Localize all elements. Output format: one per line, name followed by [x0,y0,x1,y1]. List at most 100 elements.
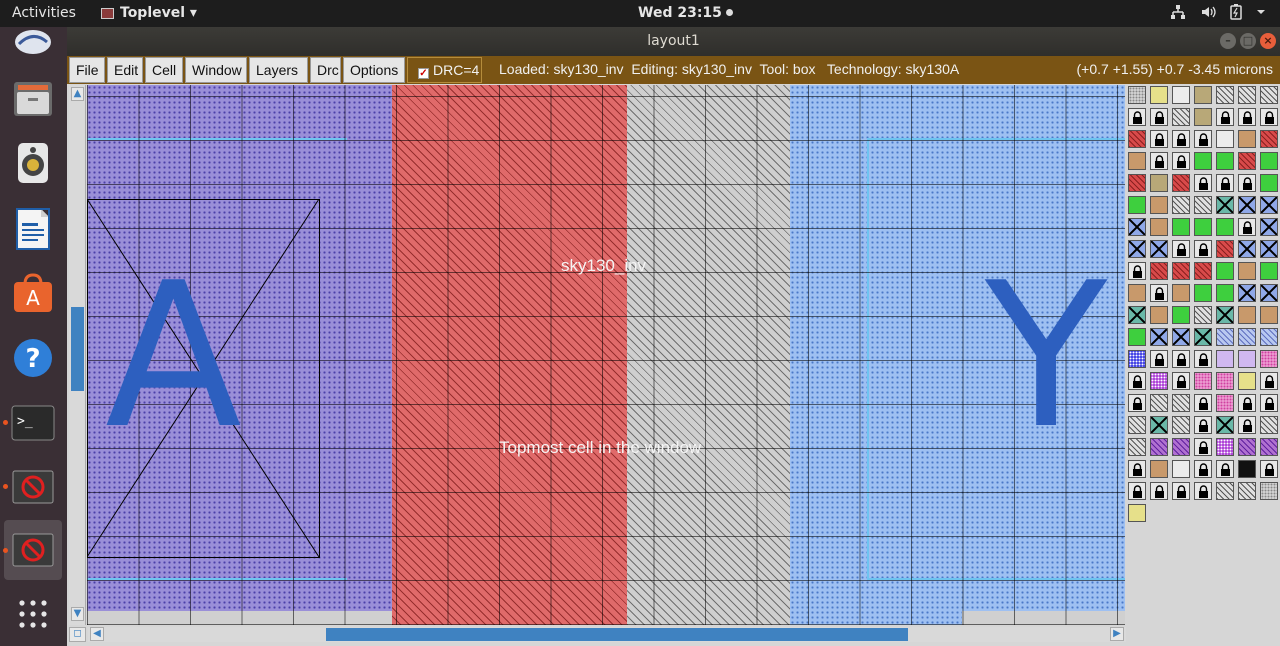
scroll-right-arrow[interactable]: ▶ [1110,627,1124,641]
chevron-down-icon[interactable] [1256,4,1266,20]
network-icon[interactable] [1170,4,1186,20]
activities-button[interactable]: Activities [12,5,76,21]
layer-swatch[interactable] [1128,262,1146,280]
magic-icon[interactable] [9,463,57,511]
layer-swatch[interactable] [1150,130,1168,148]
layer-swatch[interactable] [1238,240,1256,258]
layer-swatch[interactable] [1128,482,1146,500]
layer-swatch[interactable] [1172,86,1190,104]
layer-swatch[interactable] [1238,86,1256,104]
layer-swatch[interactable] [1150,350,1168,368]
window-titlebar[interactable]: layout1 – □ × [67,27,1280,56]
layer-swatch[interactable] [1216,174,1234,192]
close-button[interactable]: × [1260,33,1276,49]
layer-swatch[interactable] [1216,218,1234,236]
layer-swatch[interactable] [1172,240,1190,258]
app-grid-icon[interactable] [9,590,57,638]
layer-swatch[interactable] [1238,196,1256,214]
scroll-down-arrow[interactable]: ▼ [71,607,84,621]
layer-swatch[interactable] [1194,218,1212,236]
layer-swatch[interactable] [1150,174,1168,192]
layer-swatch[interactable] [1172,174,1190,192]
layer-swatch[interactable] [1238,262,1256,280]
layer-swatch[interactable] [1260,240,1278,258]
layer-swatch[interactable] [1216,306,1234,324]
layer-swatch[interactable] [1194,438,1212,456]
layer-swatch[interactable] [1216,394,1234,412]
layer-swatch[interactable] [1216,328,1234,346]
layer-swatch[interactable] [1238,438,1256,456]
layer-swatch[interactable] [1194,284,1212,302]
layer-swatch[interactable] [1260,328,1278,346]
layer-swatch[interactable] [1194,262,1212,280]
layer-swatch[interactable] [1128,152,1146,170]
writer-icon[interactable] [9,205,57,253]
layer-swatch[interactable] [1238,284,1256,302]
layer-swatch[interactable] [1216,482,1234,500]
layer-swatch[interactable] [1260,218,1278,236]
layer-swatch[interactable] [1128,174,1146,192]
volume-icon[interactable] [1200,4,1216,20]
layer-swatch[interactable] [1172,196,1190,214]
clock[interactable]: Wed 23:15 [638,5,733,21]
zoom-corner-button[interactable]: ◻ [69,627,86,642]
layer-swatch[interactable] [1260,152,1278,170]
layer-swatch[interactable] [1216,372,1234,390]
layer-swatch[interactable] [1194,482,1212,500]
layer-swatch[interactable] [1238,306,1256,324]
menu-options[interactable]: Options [343,57,405,83]
layer-swatch[interactable] [1128,416,1146,434]
maximize-button[interactable]: □ [1240,33,1256,49]
layer-swatch[interactable] [1150,218,1168,236]
menu-edit[interactable]: Edit [107,57,143,83]
layer-swatch[interactable] [1238,174,1256,192]
layer-swatch[interactable] [1238,152,1256,170]
layer-swatch[interactable] [1260,394,1278,412]
layer-swatch[interactable] [1238,130,1256,148]
layer-swatch[interactable] [1172,438,1190,456]
layer-swatch[interactable] [1194,460,1212,478]
drc-toggle[interactable]: ✓ DRC=4 [407,57,482,83]
layer-swatch[interactable] [1172,108,1190,126]
layer-swatch[interactable] [1260,284,1278,302]
layer-swatch[interactable] [1128,86,1146,104]
layer-swatch[interactable] [1216,196,1234,214]
layer-swatch[interactable] [1172,218,1190,236]
layer-swatch[interactable] [1194,240,1212,258]
scroll-up-arrow[interactable]: ▲ [71,87,84,101]
layer-swatch[interactable] [1150,460,1168,478]
layer-swatch[interactable] [1238,460,1256,478]
layer-swatch[interactable] [1194,328,1212,346]
layer-swatch[interactable] [1260,438,1278,456]
layer-swatch[interactable] [1216,350,1234,368]
menu-drc[interactable]: Drc [310,57,341,83]
layer-swatch[interactable] [1260,130,1278,148]
layer-swatch[interactable] [1172,284,1190,302]
layer-swatch[interactable] [1194,372,1212,390]
layer-swatch[interactable] [1172,328,1190,346]
magic-active-icon[interactable] [4,520,62,580]
layer-swatch[interactable] [1128,284,1146,302]
layer-swatch[interactable] [1194,306,1212,324]
layer-swatch[interactable] [1128,328,1146,346]
layer-swatch[interactable] [1260,350,1278,368]
layer-swatch[interactable] [1216,152,1234,170]
layer-swatch[interactable] [1216,108,1234,126]
layer-swatch[interactable] [1238,482,1256,500]
layer-swatch[interactable] [1216,240,1234,258]
layer-swatch[interactable] [1238,328,1256,346]
layer-swatch[interactable] [1172,306,1190,324]
layer-swatch[interactable] [1172,262,1190,280]
layer-swatch[interactable] [1150,284,1168,302]
layer-swatch[interactable] [1150,196,1168,214]
layer-swatch[interactable] [1150,240,1168,258]
layer-swatch[interactable] [1216,438,1234,456]
layer-swatch[interactable] [1194,130,1212,148]
layer-swatch[interactable] [1128,108,1146,126]
layer-swatch[interactable] [1172,130,1190,148]
layer-swatch[interactable] [1128,372,1146,390]
layer-swatch[interactable] [1172,394,1190,412]
system-tray[interactable] [1170,4,1266,20]
layer-swatch[interactable] [1216,416,1234,434]
layout-canvas[interactable]: A Y sky130_inv Topmost cell in the windo… [87,85,1125,625]
